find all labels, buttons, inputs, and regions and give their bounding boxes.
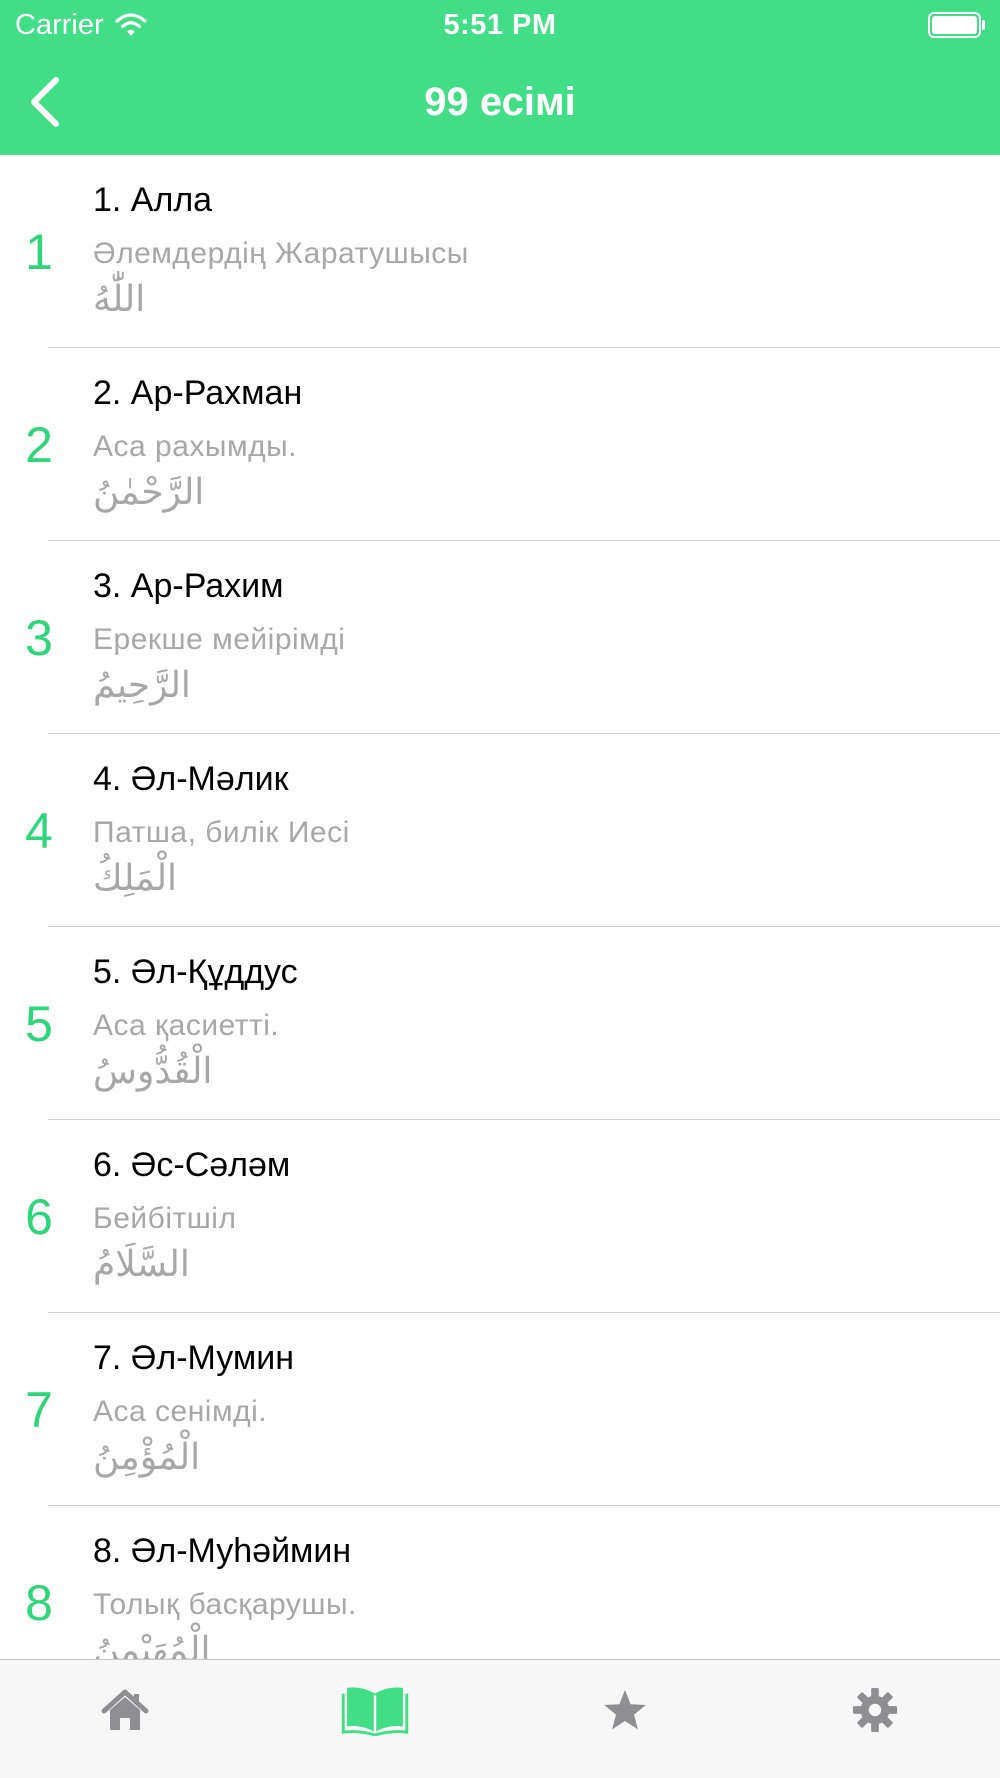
item-number: 4 <box>25 803 53 859</box>
list-item[interactable]: 6 6. Әс-Сәләм Бейбітшіл السَّلَامُ <box>0 1120 1000 1313</box>
status-time: 5:51 PM <box>443 9 557 41</box>
home-icon <box>101 1689 149 1730</box>
status-bar: Carrier 5:51 PM <box>0 0 1000 50</box>
item-number: 6 <box>25 1189 53 1245</box>
item-title: 2. Ар-Рахман <box>93 374 303 412</box>
item-arabic: الرَّحْمٰنُ <box>93 472 205 513</box>
list-item[interactable]: 4 4. Әл-Мәлик Патша, билік Иесі الْمَلِك… <box>0 734 1000 927</box>
list-item[interactable]: 5 5. Әл-Құддус Аса қасиетті. الْقُدُّوسُ <box>0 927 1000 1120</box>
nav-bar: 99 есімі <box>0 50 1000 155</box>
item-arabic: السَّلَامُ <box>93 1244 190 1285</box>
tab-settings[interactable] <box>835 1684 915 1744</box>
item-title: 8. Әл-Муһәймин <box>93 1532 352 1570</box>
tab-favorites[interactable] <box>585 1684 665 1744</box>
names-list[interactable]: 1 1. Алла Әлемдердің Жаратушысы اللّٰهُ … <box>0 155 1000 1660</box>
item-title: 3. Ар-Рахим <box>93 567 284 605</box>
list-item[interactable]: 1 1. Алла Әлемдердің Жаратушысы اللّٰهُ <box>0 155 1000 348</box>
book-icon <box>341 1687 409 1736</box>
item-title: 5. Әл-Құддус <box>93 953 298 991</box>
tab-bar <box>0 1659 1000 1778</box>
item-arabic: اللّٰهُ <box>93 279 146 320</box>
list-item[interactable]: 8 8. Әл-Муһәймин Толық басқарушы. الْمُه… <box>0 1506 1000 1660</box>
item-number: 7 <box>25 1382 53 1438</box>
item-number: 5 <box>25 996 53 1052</box>
item-number: 2 <box>25 417 53 473</box>
item-title: 1. Алла <box>93 181 213 219</box>
item-arabic: الْمُهَيْمِنُ <box>93 1630 211 1660</box>
item-title: 7. Әл-Мумин <box>93 1339 295 1377</box>
item-meaning: Әлемдердің Жаратушысы <box>93 237 469 270</box>
item-arabic: الْمُؤْمِنُ <box>93 1437 201 1478</box>
item-number: 1 <box>25 224 53 280</box>
tab-home[interactable] <box>85 1684 165 1744</box>
header: Carrier 5:51 PM 99 есімі <box>0 0 1000 155</box>
battery-icon <box>928 12 985 38</box>
item-meaning: Аса рахымды. <box>93 430 297 463</box>
gear-icon <box>852 1687 898 1733</box>
item-arabic: الْقُدُّوسُ <box>93 1051 213 1092</box>
list-item[interactable]: 2 2. Ар-Рахман Аса рахымды. الرَّحْمٰنُ <box>0 348 1000 541</box>
item-arabic: الرَّحِيمُ <box>93 665 191 706</box>
page-title: 99 есімі <box>424 80 576 124</box>
item-number: 3 <box>25 610 53 666</box>
item-meaning: Аса сенімді. <box>93 1395 268 1428</box>
item-title: 6. Әс-Сәләм <box>93 1146 291 1184</box>
item-title: 4. Әл-Мәлик <box>93 760 289 798</box>
tab-names[interactable] <box>335 1684 415 1744</box>
list-item[interactable]: 3 3. Ар-Рахим Ерекше мейірімді الرَّحِيم… <box>0 541 1000 734</box>
item-meaning: Аса қасиетті. <box>93 1009 280 1042</box>
item-number: 8 <box>25 1575 53 1631</box>
list-item[interactable]: 7 7. Әл-Мумин Аса сенімді. الْمُؤْمِنُ <box>0 1313 1000 1506</box>
item-meaning: Толық басқарушы. <box>93 1588 357 1621</box>
item-arabic: الْمَلِكُ <box>93 858 178 899</box>
item-meaning: Ерекше мейірімді <box>93 623 346 656</box>
star-icon <box>604 1690 646 1730</box>
item-meaning: Патша, билік Иесі <box>93 816 350 849</box>
item-meaning: Бейбітшіл <box>93 1202 237 1235</box>
